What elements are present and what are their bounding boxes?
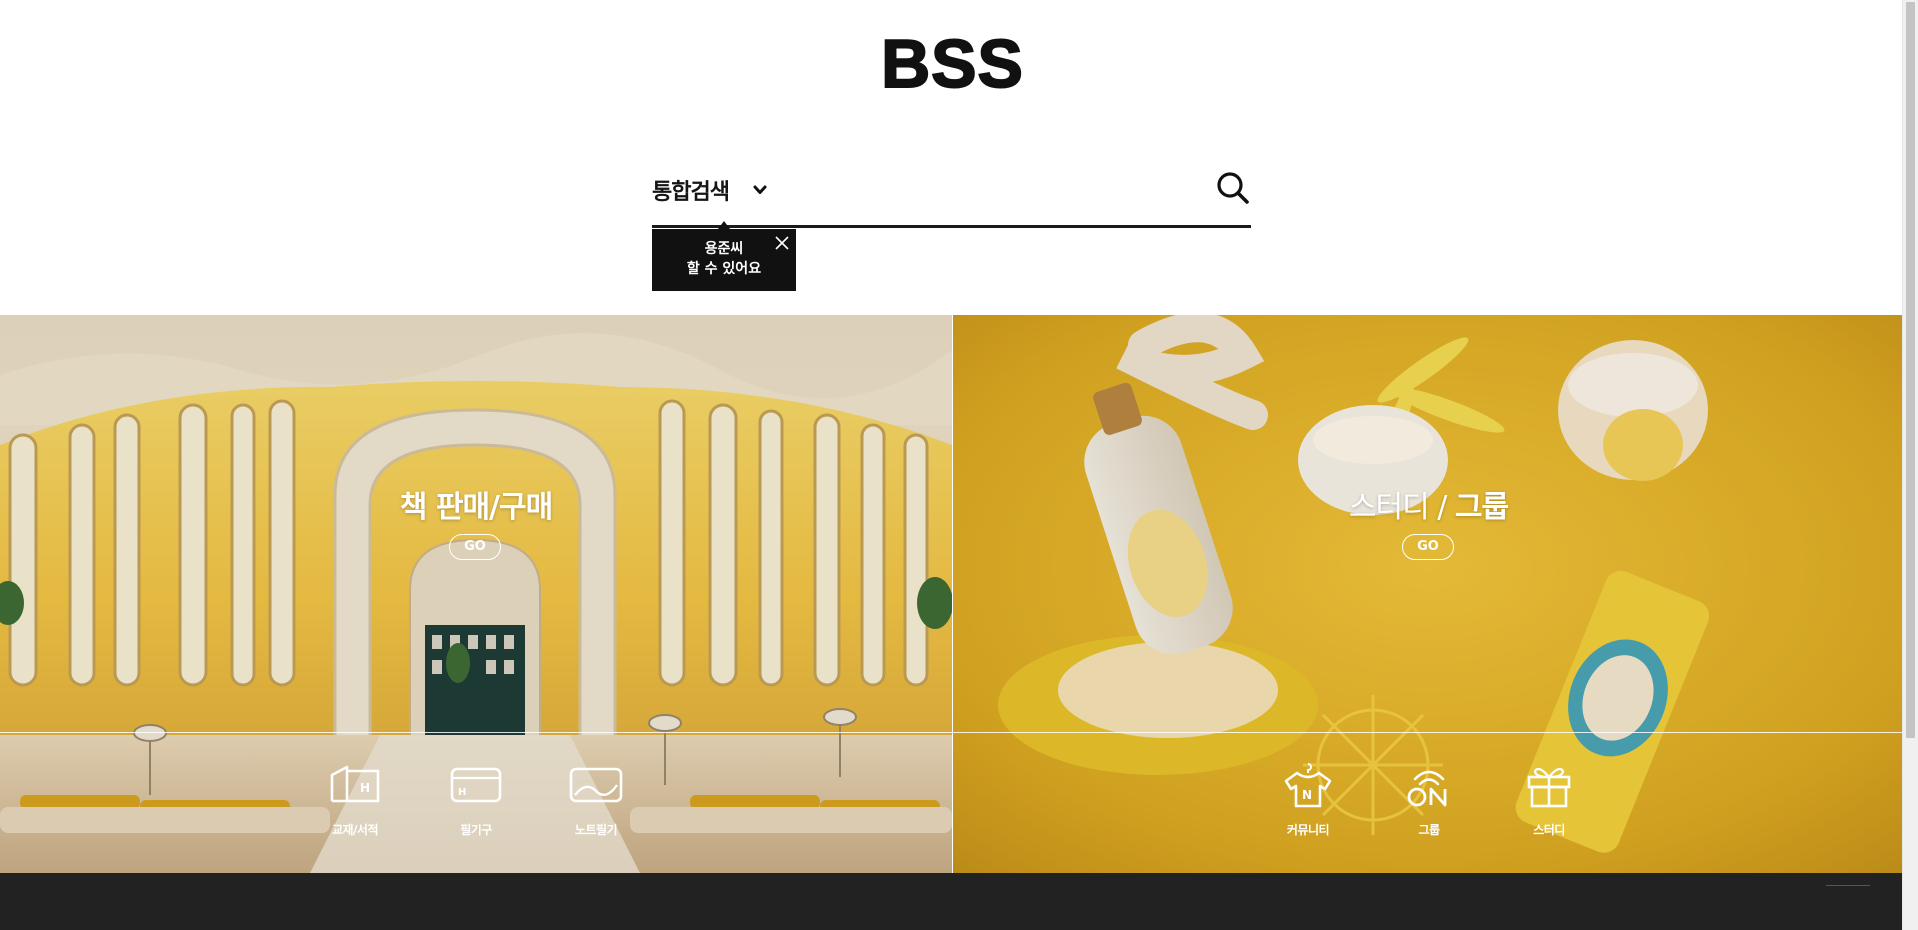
quick-link-group[interactable]: 그룹 [1384,761,1474,838]
quick-link-community[interactable]: N 커뮤니티 [1263,761,1353,838]
book-trade-panel[interactable]: 책 판매/구매 GO H 교재/서적 H 필기구 노트필기 [0,315,952,873]
quick-link-label: 그룹 [1418,823,1440,837]
book-trade-go-button[interactable]: GO [449,534,501,560]
quick-link-notes[interactable]: 노트필기 [551,761,641,838]
search-scope-label: 통합검색 [652,180,730,205]
scrollbar-thumb[interactable] [1906,2,1915,738]
quick-link-label: 노트필기 [574,823,618,837]
chevron-down-icon [751,181,769,199]
page: BSS 통합검색 용준씨 할 수 있어요 책 판매/구매 GO H 교재/서적 … [0,0,1903,930]
svg-text:H: H [360,781,370,795]
gift-icon [1527,767,1571,808]
book-trade-title: 책 판매/구매 [399,490,553,525]
quick-link-label: 교재/서적 [331,823,379,837]
on-icon [1407,770,1447,807]
study-group-title-bold: 그룹 [1454,490,1509,525]
hero-banner: 책 판매/구매 GO H 교재/서적 H 필기구 노트필기 스터디 / 그룹 G… [0,315,1903,873]
card-icon: H [450,767,502,803]
quick-link-study[interactable]: 스터디 [1504,761,1594,838]
study-group-panel[interactable]: 스터디 / 그룹 GO N 커뮤니티 그룹 스터디 [952,315,1903,873]
tooltip-line-2: 할 수 있어요 [686,261,762,277]
footer [0,873,1903,930]
building-icon: H [330,765,380,803]
svg-text:H: H [458,787,466,798]
search-bar: 통합검색 [652,160,1251,228]
search-tooltip: 용준씨 할 수 있어요 [652,221,796,291]
image-icon [569,767,623,803]
shirt-icon: N [1284,763,1332,808]
quick-link-textbooks[interactable]: H 교재/서적 [310,761,400,838]
close-icon[interactable] [774,235,790,251]
logo[interactable]: BSS [860,25,1045,103]
svg-text:N: N [1302,788,1312,802]
search-icon[interactable] [1215,170,1251,206]
vertical-scrollbar[interactable] [1902,0,1918,930]
quick-link-label: 필기구 [460,823,492,837]
footer-divider [1826,885,1870,886]
quick-link-label: 스터디 [1533,823,1565,837]
quick-link-label: 커뮤니티 [1286,823,1330,837]
study-group-title-light: 스터디 / [1348,490,1455,525]
hero-divider [0,732,1903,733]
study-group-go-button[interactable]: GO [1402,534,1454,560]
study-group-title: 스터디 / 그룹 [953,482,1903,526]
quick-link-stationery[interactable]: H 필기구 [431,761,521,838]
search-scope-select[interactable]: 통합검색 [652,174,769,206]
search-input[interactable] [802,170,1146,212]
